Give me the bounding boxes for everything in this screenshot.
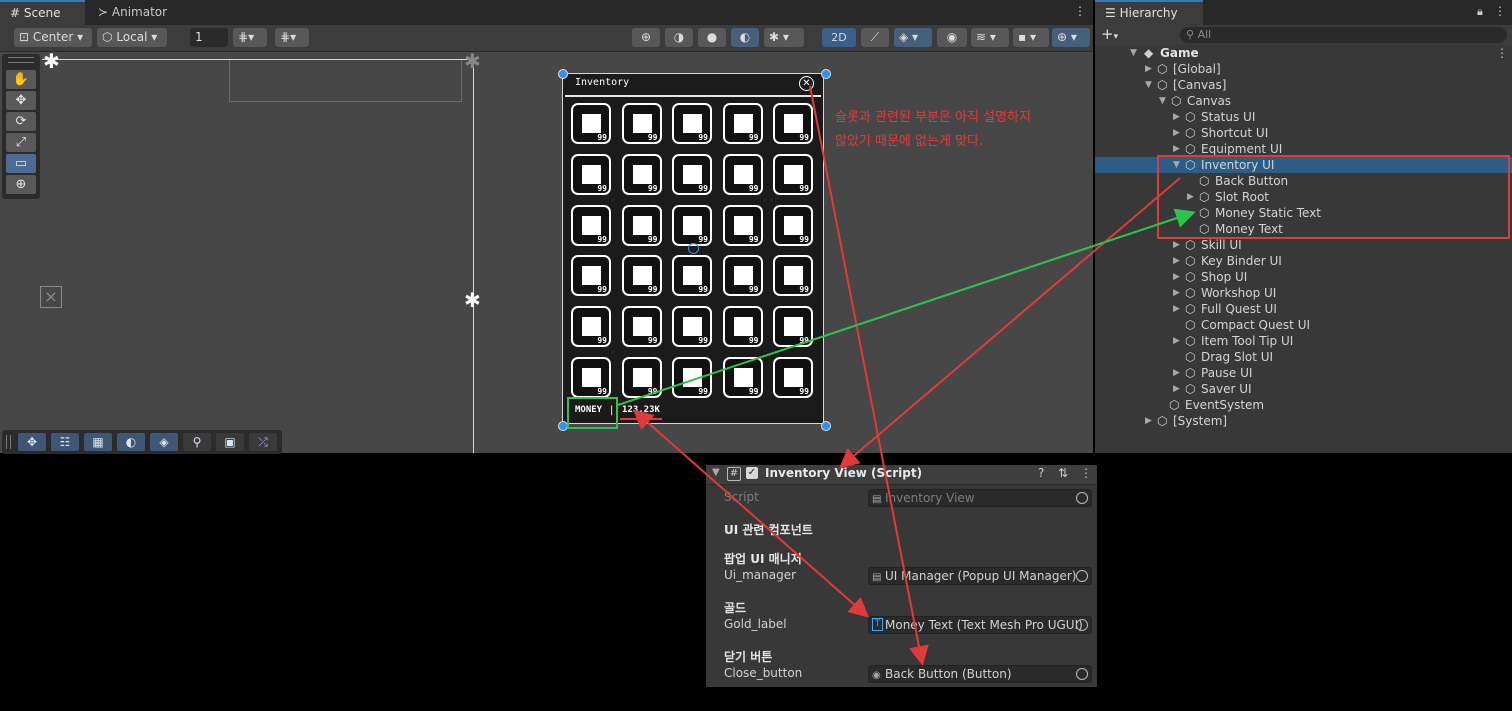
- arrow-money-static-to-hierarchy: [617, 208, 1196, 406]
- annotation-arrows: [617, 85, 1196, 666]
- arrow-close-to-back-button: [809, 85, 929, 666]
- arrow-hierarchy-to-inspector: [838, 177, 1181, 469]
- arrow-money-text-to-gold-label: [633, 409, 869, 618]
